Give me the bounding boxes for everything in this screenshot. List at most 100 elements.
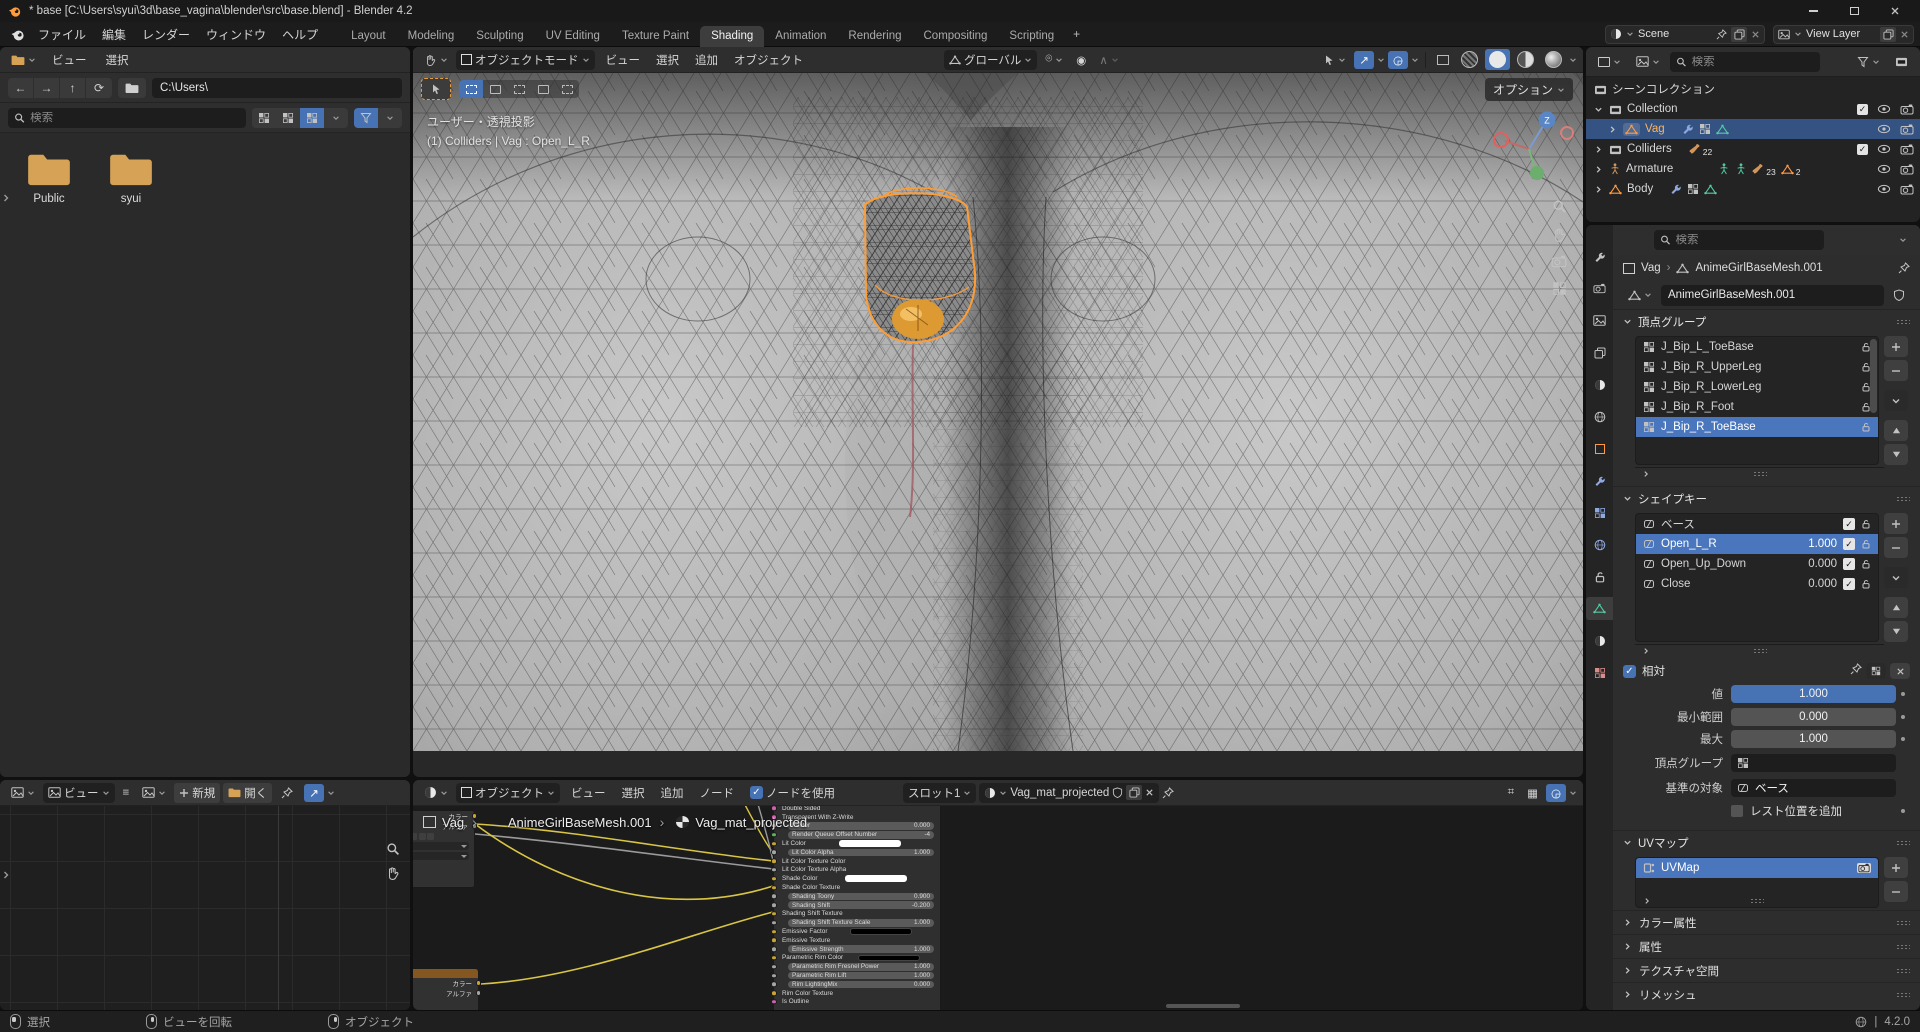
selectability-dropdown[interactable] xyxy=(1318,52,1351,68)
node-input-row[interactable]: Lit Color Texture Alpha xyxy=(774,866,940,875)
shape-key-value[interactable]: 0.000 xyxy=(1791,578,1837,590)
node-input-row[interactable]: Lit Color Alpha 1.000 xyxy=(774,848,940,857)
tab-material[interactable] xyxy=(1586,629,1613,652)
node-input-row[interactable]: Shading Shift Texture Scale 1.000 xyxy=(774,918,940,927)
remove-vertex-group-button[interactable] xyxy=(1884,360,1908,381)
select-mode-subtract[interactable] xyxy=(507,80,531,98)
viewport-render[interactable] xyxy=(413,47,1583,751)
workspace-tab[interactable]: Shading xyxy=(700,26,764,47)
expand-icon[interactable] xyxy=(1594,105,1604,114)
node-socket[interactable] xyxy=(771,876,777,882)
snap-node-toggle[interactable]: ⌗ xyxy=(1503,784,1519,801)
collapsed-panel-header[interactable]: 属性 xyxy=(1613,934,1920,958)
close-button[interactable] xyxy=(1878,0,1912,22)
node-input-row[interactable]: Emissive Factor xyxy=(774,927,940,936)
vertex-group-row[interactable]: J_Bip_R_ToeBase xyxy=(1636,417,1878,437)
shading-rendered-button[interactable] xyxy=(1541,49,1566,70)
node-input-value[interactable]: 0.000 xyxy=(914,981,930,988)
scene-selector[interactable]: Scene xyxy=(1605,25,1765,44)
parent-dir-button[interactable]: ↑ xyxy=(60,78,86,98)
xray-toggle[interactable] xyxy=(1432,53,1454,67)
color-swatch[interactable] xyxy=(839,840,901,847)
mesh-data-dropdown[interactable] xyxy=(1623,288,1657,303)
folder-item[interactable]: syui xyxy=(102,151,160,205)
move-down-button[interactable] xyxy=(1884,621,1908,642)
blend-vertex-group-field[interactable] xyxy=(1731,754,1896,772)
pin-icon[interactable] xyxy=(1898,262,1910,274)
viewport-menu-item[interactable]: 追加 xyxy=(687,50,726,70)
tab-object-data[interactable] xyxy=(1586,597,1613,620)
shape-key-value[interactable]: 0.000 xyxy=(1791,558,1837,570)
filter-button[interactable] xyxy=(354,108,378,128)
node-input-row[interactable]: Is Outline xyxy=(774,998,940,1007)
expand-icon[interactable] xyxy=(1642,647,1650,655)
node-socket[interactable] xyxy=(771,938,777,944)
outliner-row-body[interactable]: Body xyxy=(1586,179,1920,199)
node-socket[interactable] xyxy=(771,832,777,838)
workspace-tab[interactable]: Layout xyxy=(340,26,397,47)
overlays-dropdown-icon[interactable] xyxy=(1411,56,1419,64)
use-nodes-checkbox[interactable]: ✓ ノードを使用 xyxy=(745,783,840,803)
image-browse-dropdown[interactable] xyxy=(137,785,171,800)
node-options-icon[interactable]: ▦ xyxy=(1522,784,1543,802)
shape-key-enabled-checkbox[interactable]: ✓ xyxy=(1843,538,1855,550)
refresh-button[interactable]: ⟳ xyxy=(86,78,112,98)
workspace-tab[interactable]: Compositing xyxy=(913,26,999,47)
tab-view-layer[interactable] xyxy=(1586,341,1613,364)
gizmos-toggle[interactable]: ↗ xyxy=(1354,51,1374,69)
node-socket[interactable] xyxy=(771,973,777,979)
node-input-row[interactable]: Lit Color Texture Color xyxy=(774,857,940,866)
display-settings-dropdown[interactable] xyxy=(324,108,348,128)
shading-solid-button[interactable] xyxy=(1485,49,1510,70)
list-resize-footer[interactable] xyxy=(1635,644,1884,657)
node-socket[interactable] xyxy=(771,841,777,847)
gizmo-dropdown-icon[interactable] xyxy=(327,789,335,797)
relative-checkbox[interactable]: ✓ xyxy=(1623,665,1636,678)
render-camera-icon[interactable] xyxy=(1857,863,1871,873)
shader-overlays-dropdown[interactable] xyxy=(1569,789,1577,797)
shader-menu-item[interactable]: ノード xyxy=(692,783,743,803)
node-input-value[interactable]: 1.000 xyxy=(914,946,930,953)
uv-map-row[interactable]: UVMap xyxy=(1636,858,1878,878)
remove-view-layer-icon[interactable] xyxy=(1900,30,1909,39)
node-socket[interactable] xyxy=(771,999,777,1005)
material-selector[interactable]: Vag_mat_projected xyxy=(979,783,1159,803)
lock-icon[interactable] xyxy=(1861,539,1871,549)
node-socket[interactable] xyxy=(771,990,777,996)
select-mode-intersect[interactable] xyxy=(555,80,579,98)
node-input-value[interactable]: 1.000 xyxy=(914,849,930,856)
expand-icon[interactable] xyxy=(1642,470,1650,478)
pin-icon[interactable] xyxy=(1162,787,1174,799)
node-input-row[interactable]: Shading Shift -0.200 xyxy=(774,901,940,910)
hide-eye-icon[interactable] xyxy=(1877,144,1891,154)
menu-item[interactable]: ヘルプ xyxy=(274,24,326,45)
node-socket[interactable] xyxy=(771,911,777,917)
minimize-button[interactable] xyxy=(1796,0,1830,22)
viewport-3d[interactable]: オブジェクトモード ビュー選択追加オブジェクト グローバル ⌾ ◉ ∧ xyxy=(413,47,1583,777)
render-camera-icon[interactable] xyxy=(1900,144,1914,155)
select-mode-extend[interactable] xyxy=(483,80,507,98)
node-socket[interactable] xyxy=(771,806,777,811)
remove-uv-map-button[interactable] xyxy=(1884,881,1908,902)
edit-mode-display-button[interactable] xyxy=(1866,663,1886,679)
unlink-scene-icon[interactable] xyxy=(1751,30,1760,39)
node-input-value[interactable]: -4 xyxy=(924,831,930,838)
pin-icon[interactable] xyxy=(1716,29,1727,40)
list-scrollbar[interactable] xyxy=(1870,339,1877,413)
horizontal-scrollbar[interactable] xyxy=(1166,1004,1240,1008)
node-input-row[interactable]: Shade Color Texture xyxy=(774,883,940,892)
fake-user-shield-icon[interactable] xyxy=(1112,787,1123,798)
workspace-tab[interactable]: Texture Paint xyxy=(611,26,700,47)
zoom-icon[interactable] xyxy=(386,842,400,856)
forward-button[interactable]: → xyxy=(34,78,60,98)
remove-shape-key-button[interactable] xyxy=(1884,537,1908,558)
list-resize-footer[interactable] xyxy=(1635,467,1884,480)
node-socket[interactable] xyxy=(771,955,777,961)
pin-icon[interactable] xyxy=(1850,663,1862,675)
clear-shape-keys-button[interactable] xyxy=(1890,663,1910,679)
shader-menu-item[interactable]: ビュー xyxy=(563,783,614,803)
workspace-tab[interactable]: Sculpting xyxy=(465,26,534,47)
open-image-button[interactable]: 開く xyxy=(223,783,272,803)
folder-item[interactable]: Public xyxy=(20,151,78,205)
node-input-row[interactable]: Parametric Rim Lift 1.000 xyxy=(774,971,940,980)
